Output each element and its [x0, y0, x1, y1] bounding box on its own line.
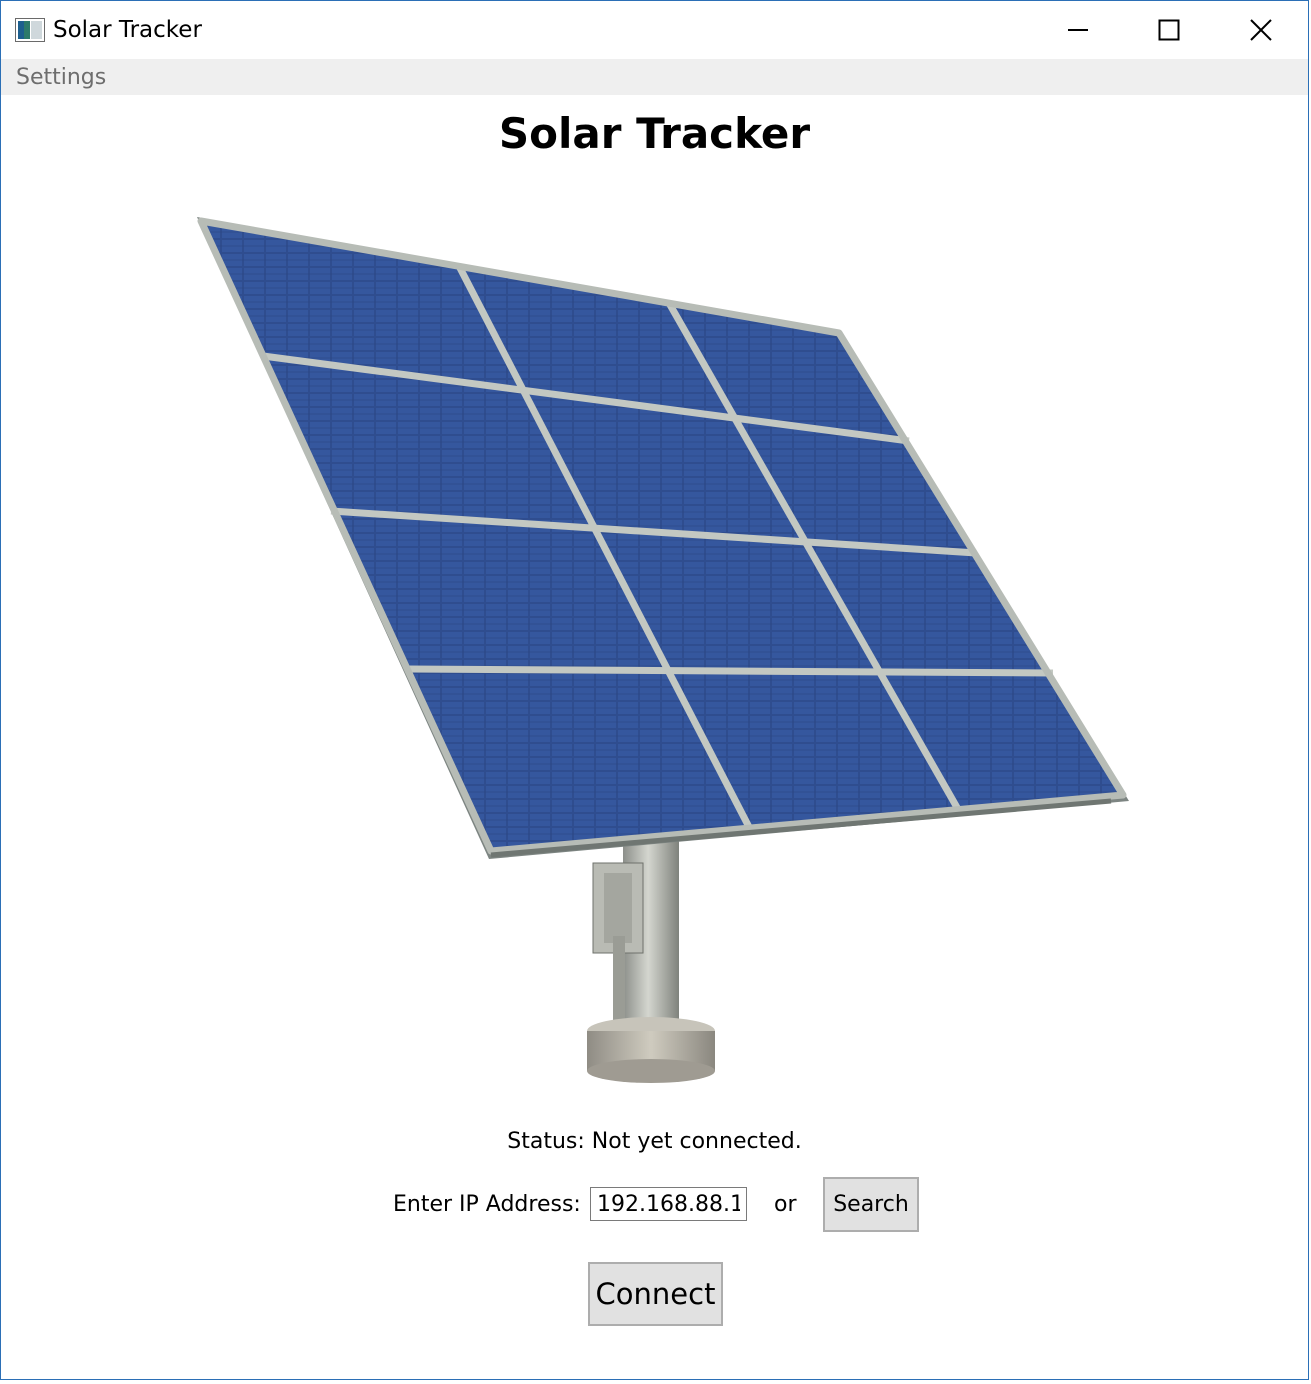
close-button[interactable] [1215, 1, 1307, 59]
close-icon [1250, 19, 1272, 41]
minimize-icon [1068, 29, 1088, 31]
menu-item-settings[interactable]: Settings [16, 65, 106, 90]
search-button[interactable]: Search [823, 1177, 919, 1232]
maximize-button[interactable] [1123, 1, 1215, 59]
status-text: Status: Not yet connected. [507, 1129, 802, 1154]
solar-panel-image [197, 217, 1129, 1083]
minimize-button[interactable] [1032, 1, 1124, 59]
maximize-icon [1158, 19, 1180, 41]
or-label: or [774, 1192, 797, 1217]
page-title: Solar Tracker [498, 109, 811, 158]
ip-address-label: Enter IP Address: [393, 1192, 581, 1217]
menu-bar: Settings [1, 59, 1308, 95]
app-icon [15, 18, 45, 42]
window-title: Solar Tracker [53, 17, 202, 43]
title-bar[interactable]: Solar Tracker [1, 1, 1308, 59]
ip-address-input[interactable] [590, 1187, 747, 1221]
connect-button[interactable]: Connect [588, 1262, 723, 1326]
app-window: Solar Tracker Settings Solar Tracker Sta… [0, 0, 1309, 1380]
